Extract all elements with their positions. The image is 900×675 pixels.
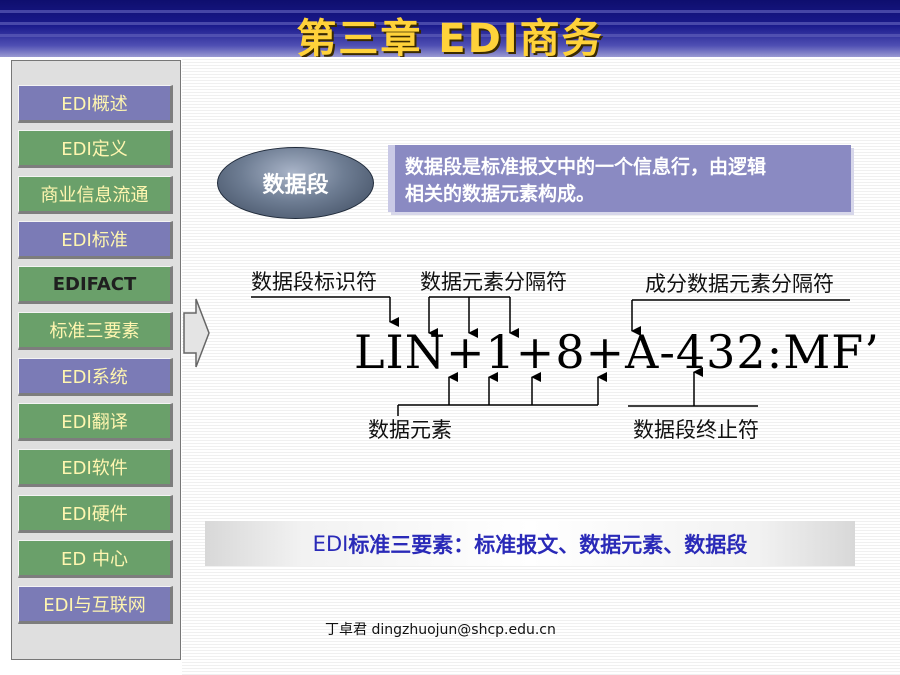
summary-text: 标准三要素：标准报文、数据元素、数据段 [348, 532, 748, 557]
author-footer: 丁卓君 dingzhuojun@shcp.edu.cn [325, 622, 556, 638]
segment-example: LIN+1+8+A-432:MF’ [354, 325, 880, 379]
component-separator-label: 成分数据元素分隔符 [645, 272, 834, 296]
summary-prefix: EDI [312, 531, 349, 556]
data-element-label: 数据元素 [368, 418, 452, 442]
segment-tag-label: 数据段标识符 [251, 270, 377, 294]
summary-banner: EDI 标准三要素：标准报文、数据元素、数据段 [205, 521, 855, 566]
terminator-label: 数据段终止符 [633, 418, 759, 442]
element-separator-label: 数据元素分隔符 [420, 270, 567, 294]
